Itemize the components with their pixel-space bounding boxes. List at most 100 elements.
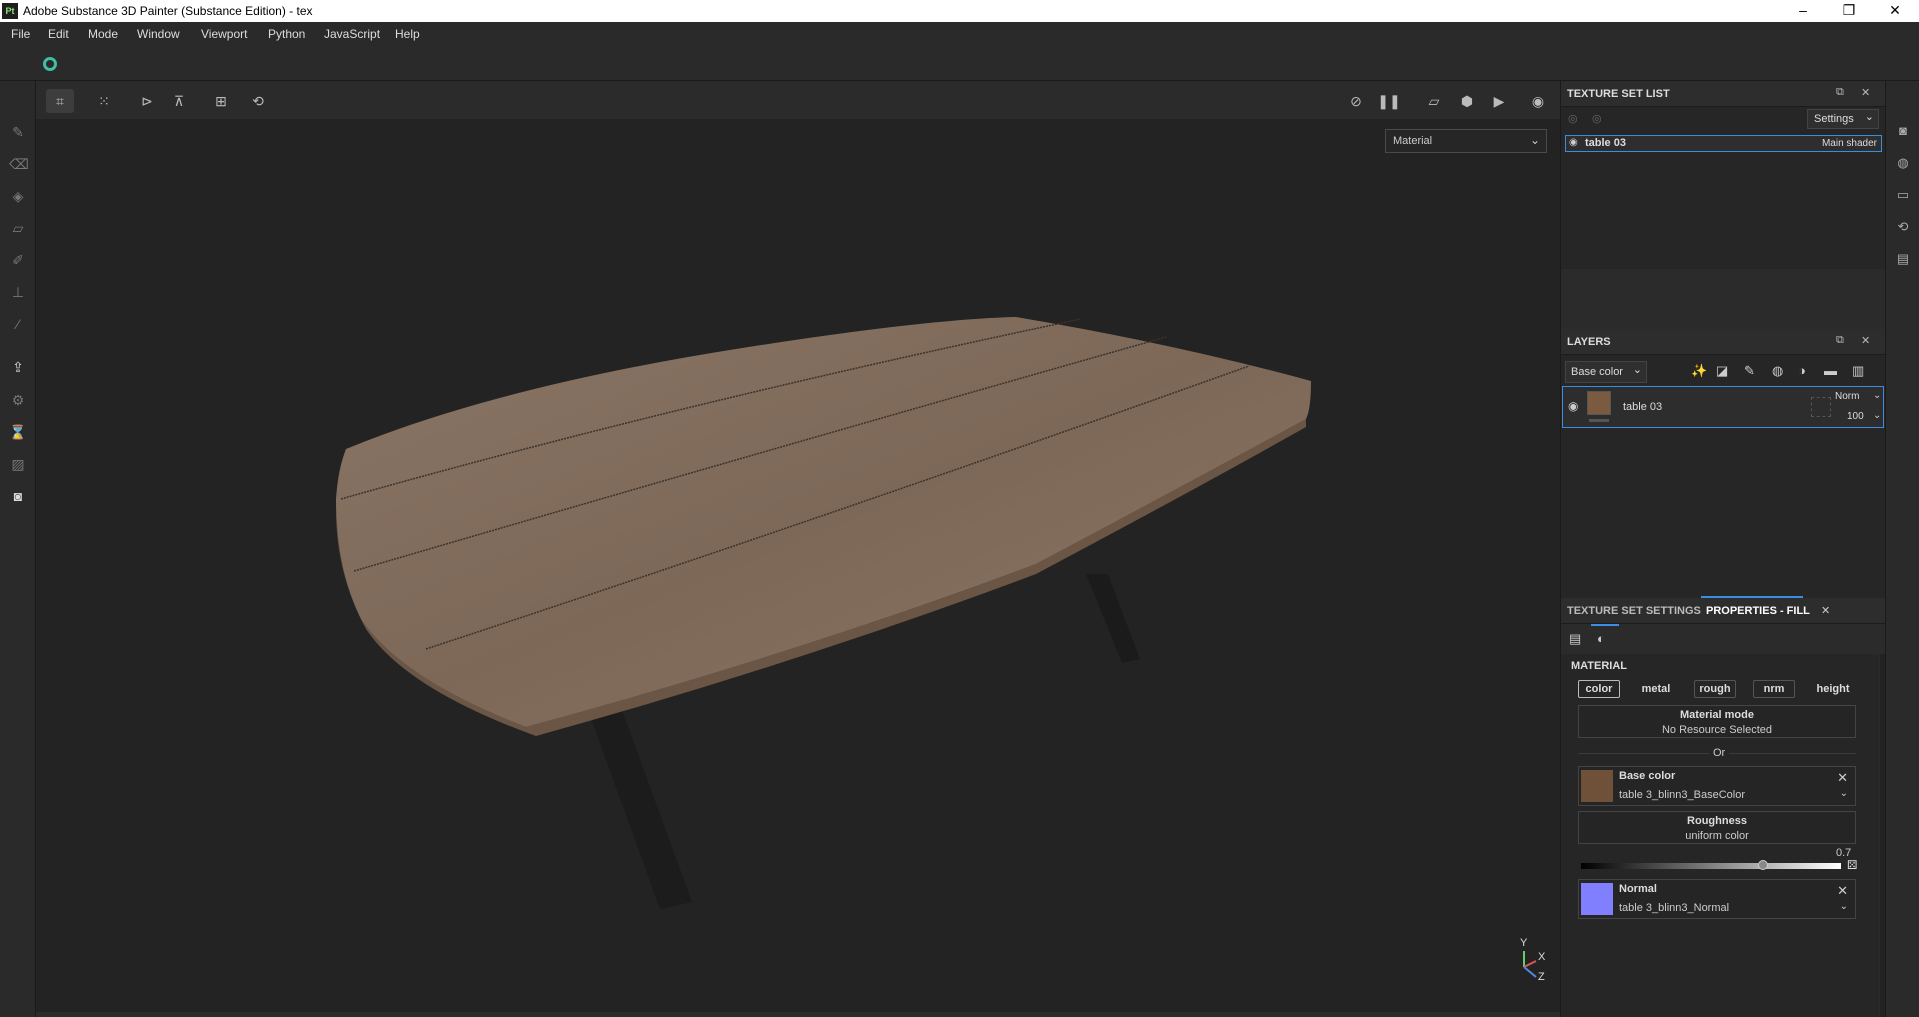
mirror-x-icon[interactable]: ⊳ <box>133 89 161 113</box>
minimize-button[interactable]: – <box>1780 0 1826 22</box>
display-settings-icon[interactable]: ◙ <box>1895 123 1911 139</box>
menu-help[interactable]: Help <box>395 27 420 41</box>
chevron-down-icon[interactable]: ⌄ <box>1840 788 1848 799</box>
3d-viewport[interactable]: ⌗ ⁙ ⊳ ⊼ ⊞ ⟲ ⊘ ❚❚ ▱ ⬢ ▶ ◉ Material ⌄ Y X … <box>36 81 1560 1012</box>
texture-set-row[interactable]: ◉ table 03 Main shader <box>1565 135 1882 152</box>
settings-dropdown[interactable]: Settings ⌄ <box>1807 109 1879 129</box>
right-panel: TEXTURE SET LIST ⧉ ✕ ◎ ◎ Settings ⌄ ◉ ta… <box>1560 81 1886 1017</box>
normal-value: table 3_blinn3_Normal <box>1619 902 1730 914</box>
assets-icon[interactable]: ▭ <box>1895 187 1911 203</box>
add-mask-icon[interactable]: ◪ <box>1716 363 1728 379</box>
menu-javascript[interactable]: JavaScript <box>324 27 380 41</box>
roughness-card[interactable]: Roughness uniform color <box>1578 811 1856 844</box>
roughness-slider[interactable] <box>1581 860 1841 870</box>
close-tab-icon[interactable]: ✕ <box>1821 604 1830 617</box>
base-color-slot[interactable]: Base color table 3_blinn3_BaseColor ✕ ⌄ <box>1578 766 1856 806</box>
random-seed-icon[interactable]: ⚄ <box>1847 858 1857 872</box>
shader-settings-icon[interactable]: ◍ <box>1895 155 1911 171</box>
clear-icon[interactable]: ✕ <box>1837 883 1848 899</box>
add-folder-icon[interactable]: ▬ <box>1824 363 1837 378</box>
opacity-value[interactable]: 100 <box>1847 411 1864 422</box>
menu-window[interactable]: Window <box>137 27 180 41</box>
add-smart-material-icon[interactable]: ◑ <box>1798 363 1806 378</box>
channel-color-button[interactable]: color <box>1578 680 1620 698</box>
menu-file[interactable]: File <box>11 27 30 41</box>
layer-row[interactable]: ◉ table 03 Norm ⌄ 100 ⌄ <box>1562 386 1884 428</box>
settings-label: Settings <box>1814 113 1854 125</box>
history-panel-icon[interactable]: ⟲ <box>1895 219 1911 235</box>
menu-edit[interactable]: Edit <box>48 27 69 41</box>
smudge-icon[interactable]: ✐ <box>9 251 27 269</box>
channel-nrm-button[interactable]: nrm <box>1753 680 1795 698</box>
channel-rough-button[interactable]: rough <box>1694 680 1736 698</box>
texture-set-name: table 03 <box>1585 137 1626 149</box>
texture-set-shader[interactable]: Main shader <box>1822 138 1877 149</box>
roughness-value: uniform color <box>1685 830 1749 842</box>
add-frame-icon[interactable]: ⊞ <box>207 89 235 113</box>
delete-layer-icon[interactable]: ▥ <box>1852 363 1864 379</box>
material-mode-card[interactable]: Material mode No Resource Selected <box>1578 705 1856 738</box>
chevron-down-icon[interactable]: ⌄ <box>1840 901 1848 912</box>
properties-body: ▤ ◐ MATERIAL color metal rough nrm heigh… <box>1561 624 1886 1017</box>
visibility-eye-icon[interactable]: ◉ <box>1569 137 1578 148</box>
undock-icon[interactable]: ⧉ <box>1836 334 1844 347</box>
add-effect-icon[interactable]: ✨ <box>1691 363 1707 379</box>
add-fill-layer-icon[interactable]: ◍ <box>1772 363 1783 379</box>
2d-view-icon[interactable]: ▱ <box>1420 89 1448 113</box>
menu-python[interactable]: Python <box>268 27 305 41</box>
close-panel-icon[interactable]: ✕ <box>1861 334 1870 347</box>
screenshot-icon[interactable]: ◉ <box>1524 89 1552 113</box>
layer-mask-slot[interactable] <box>1811 397 1831 417</box>
polygon-fill-icon[interactable]: ▱ <box>9 219 27 237</box>
camera-capture-icon[interactable]: ◙ <box>9 487 27 505</box>
close-window-button[interactable]: ✕ <box>1872 0 1918 22</box>
clear-icon[interactable]: ✕ <box>1837 770 1848 786</box>
plugin-status-icon[interactable] <box>43 57 57 71</box>
uv-icon[interactable]: ▨ <box>9 455 27 473</box>
layer-thumbnail <box>1587 391 1611 415</box>
mirror-y-icon[interactable]: ⊼ <box>165 89 193 113</box>
grid-view-icon[interactable]: ⌗ <box>46 89 74 113</box>
channel-dropdown[interactable]: Base color ⌄ <box>1565 361 1647 383</box>
visibility-eye-icon[interactable]: ◉ <box>1568 399 1578 413</box>
bake-icon[interactable]: ⌛ <box>9 423 27 441</box>
history-icon[interactable]: ⟲ <box>244 89 272 113</box>
3d-view-icon[interactable]: ⬢ <box>1453 89 1481 113</box>
axis-lines <box>1523 951 1537 978</box>
material-sphere-icon[interactable]: ◐ <box>1597 631 1605 646</box>
roughness-slider-handle[interactable] <box>1758 860 1768 870</box>
pause-icon[interactable]: ❚❚ <box>1375 89 1403 113</box>
tab-texture-set-settings[interactable]: TEXTURE SET SETTINGS <box>1567 605 1701 617</box>
hide-icon[interactable]: ⊘ <box>1342 89 1370 113</box>
export-icon[interactable]: ⇪ <box>9 358 27 376</box>
blend-mode-dropdown[interactable]: Norm <box>1835 391 1859 402</box>
menu-mode[interactable]: Mode <box>88 27 118 41</box>
channel-height-button[interactable]: height <box>1812 680 1854 698</box>
or-label: Or <box>1709 747 1730 759</box>
undock-icon[interactable]: ⧉ <box>1836 86 1844 99</box>
menu-viewport[interactable]: Viewport <box>201 27 247 41</box>
fill-layer-icon[interactable]: ▤ <box>1569 631 1581 647</box>
hide-all-icon[interactable]: ◎ <box>1568 112 1578 125</box>
clone-stamp-icon[interactable]: ⊥ <box>9 283 27 301</box>
tile-view-icon[interactable]: ⁙ <box>90 89 118 113</box>
roughness-label: Roughness <box>1687 815 1747 827</box>
left-toolbar: ✎ ⌫ ◈ ▱ ✐ ⊥ ⁄ ⇪ ⚙ ⌛ ▨ ◙ <box>0 81 36 1017</box>
close-panel-icon[interactable]: ✕ <box>1861 86 1870 99</box>
material-mode-label: Material mode <box>1680 709 1754 721</box>
tab-properties-fill[interactable]: PROPERTIES - FILL <box>1706 605 1810 617</box>
right-icon-column: ◙ ◍ ▭ ⟲ ▤ <box>1885 81 1919 1017</box>
projection-icon[interactable]: ◈ <box>9 187 27 205</box>
log-icon[interactable]: ▤ <box>1895 251 1911 267</box>
material-mode-value: No Resource Selected <box>1661 724 1773 736</box>
show-all-icon[interactable]: ◎ <box>1592 112 1602 125</box>
color-picker-icon[interactable]: ⁄ <box>9 315 27 333</box>
normal-slot[interactable]: Normal table 3_blinn3_Normal ✕ ⌄ <box>1578 879 1856 919</box>
channel-metal-button[interactable]: metal <box>1635 680 1677 698</box>
add-paint-layer-icon[interactable]: ✎ <box>1744 363 1755 379</box>
paint-brush-icon[interactable]: ✎ <box>9 123 27 141</box>
camera-icon[interactable]: ▶ <box>1485 89 1513 113</box>
maximize-button[interactable]: ❐ <box>1826 0 1872 22</box>
settings-icon[interactable]: ⚙ <box>9 391 27 409</box>
eraser-icon[interactable]: ⌫ <box>9 155 29 173</box>
